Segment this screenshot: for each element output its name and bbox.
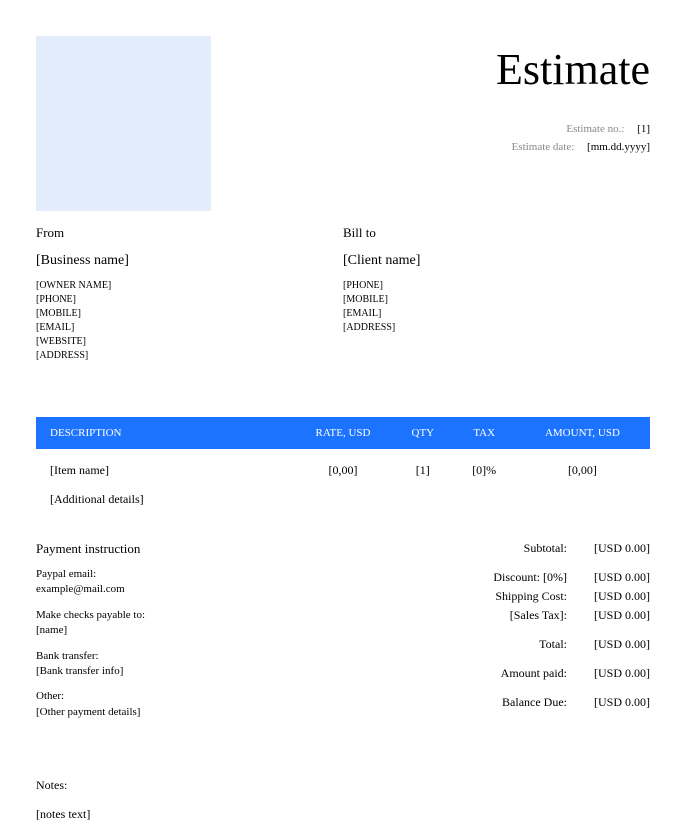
item-tax: [0]% [454, 449, 515, 484]
other-label: Other: [36, 689, 343, 704]
item-qty: [1] [392, 449, 453, 484]
salestax-label: [Sales Tax]: [510, 608, 567, 623]
other-value: [Other payment details] [36, 705, 343, 720]
total-label: Total: [539, 637, 567, 652]
paid-value: [USD 0.00] [580, 666, 650, 681]
from-heading: From [36, 225, 343, 241]
salestax-value: [USD 0.00] [580, 608, 650, 623]
logo-placeholder [36, 36, 211, 211]
notes-heading: Notes: [36, 778, 650, 793]
bank-label: Bank transfer: [36, 649, 343, 664]
from-email: [EMAIL] [36, 321, 343, 335]
discount-label: Discount: [0%] [493, 570, 567, 585]
item-rate: [0,00] [294, 449, 392, 484]
estimate-date-label: Estimate date: [512, 141, 575, 153]
balance-label: Balance Due: [502, 695, 567, 710]
notes-text: [notes text] [36, 807, 650, 822]
document-title: Estimate [496, 44, 650, 95]
billto-mobile: [MOBILE] [343, 293, 650, 307]
from-mobile: [MOBILE] [36, 307, 343, 321]
estimate-no-value: [1] [637, 123, 650, 135]
table-row: [Item name] [0,00] [1] [0]% [0,00] [36, 449, 650, 484]
checks-label: Make checks payable to: [36, 608, 343, 623]
billto-address: [ADDRESS] [343, 321, 650, 335]
col-qty: QTY [392, 417, 453, 449]
from-owner: [OWNER NAME] [36, 279, 343, 293]
client-name: [Client name] [343, 253, 650, 269]
bank-value: [Bank transfer info] [36, 664, 343, 679]
checks-value: [name] [36, 623, 343, 638]
payment-heading: Payment instruction [36, 541, 343, 557]
col-description: DESCRIPTION [36, 417, 294, 449]
estimate-no-label: Estimate no.: [566, 123, 624, 135]
shipping-label: Shipping Cost: [495, 589, 567, 604]
subtotal-label: Subtotal: [524, 541, 567, 556]
line-items-table: DESCRIPTION RATE, USD QTY TAX AMOUNT, US… [36, 417, 650, 484]
paypal-label: Paypal email: [36, 567, 343, 582]
shipping-value: [USD 0.00] [580, 589, 650, 604]
paypal-value: example@mail.com [36, 582, 343, 597]
discount-value: [USD 0.00] [580, 570, 650, 585]
total-value: [USD 0.00] [580, 637, 650, 652]
col-tax: TAX [454, 417, 515, 449]
subtotal-value: [USD 0.00] [580, 541, 650, 556]
estimate-date-value: [mm.dd.yyyy] [587, 141, 650, 153]
billto-phone: [PHONE] [343, 279, 650, 293]
business-name: [Business name] [36, 253, 343, 269]
billto-email: [EMAIL] [343, 307, 650, 321]
item-amount: [0,00] [515, 449, 650, 484]
billto-heading: Bill to [343, 225, 650, 241]
paid-label: Amount paid: [501, 666, 567, 681]
balance-value: [USD 0.00] [580, 695, 650, 710]
additional-details: [Additional details] [36, 484, 650, 515]
from-phone: [PHONE] [36, 293, 343, 307]
col-amount: AMOUNT, USD [515, 417, 650, 449]
from-website: [WEBSITE] [36, 335, 343, 349]
from-address: [ADDRESS] [36, 349, 343, 363]
item-name: [Item name] [36, 449, 294, 484]
col-rate: RATE, USD [294, 417, 392, 449]
